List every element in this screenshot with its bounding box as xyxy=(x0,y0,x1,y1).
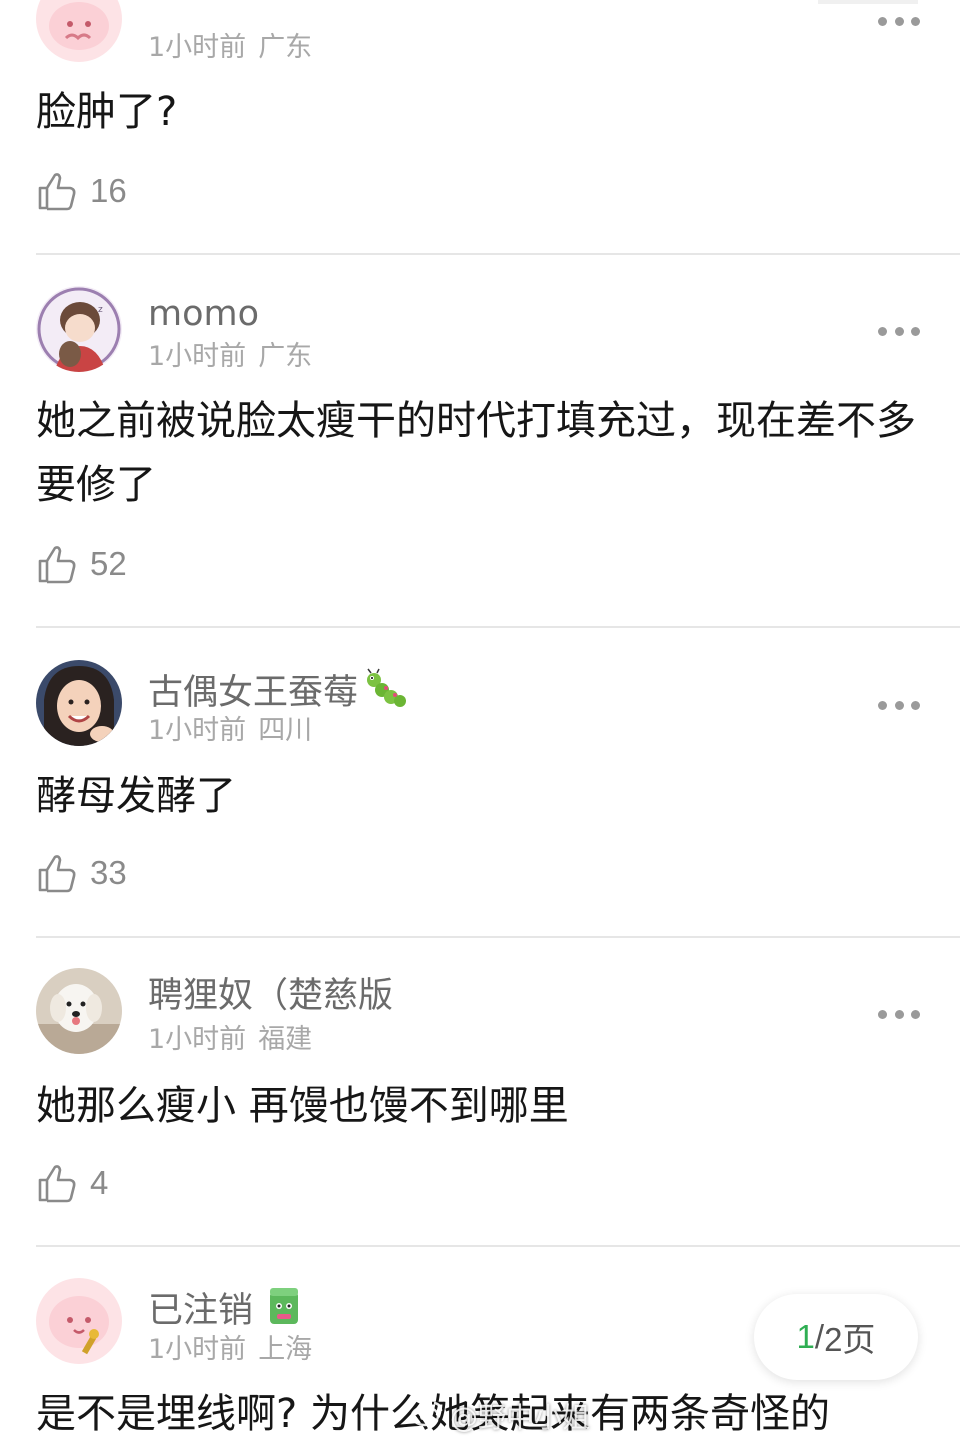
thumbs-up-icon xyxy=(38,546,76,584)
avatar-white-dog-icon xyxy=(36,968,122,1054)
like-button[interactable]: 33 xyxy=(36,850,127,896)
comment-text: 脸肿了? xyxy=(36,89,178,135)
avatar[interactable] xyxy=(36,1278,122,1364)
avatar-anime-boy-icon: z xyxy=(36,286,122,372)
avatar[interactable] xyxy=(36,0,122,62)
comment-location: 四川 xyxy=(258,715,313,746)
divider xyxy=(36,1245,960,1247)
comment-username[interactable]: momo xyxy=(148,294,259,334)
comment-location: 广东 xyxy=(258,341,313,372)
avatar[interactable]: z xyxy=(36,286,122,372)
page-indicator-button[interactable]: 1/2页 xyxy=(754,1294,918,1380)
like-button[interactable]: 4 xyxy=(36,1160,108,1206)
comment-time: 1小时前 xyxy=(148,1334,247,1365)
comment-meta: 1小时前 广东 xyxy=(148,341,312,373)
svg-text:z: z xyxy=(98,305,103,315)
thumbs-up-icon xyxy=(38,173,76,211)
username-text: 已注销 xyxy=(148,1290,254,1331)
watermark-text: @野中小姐 xyxy=(450,1401,591,1434)
avatar[interactable] xyxy=(36,968,122,1054)
comment-location: 广东 xyxy=(258,32,313,63)
caterpillar-emoji-icon xyxy=(364,666,408,719)
avatar[interactable] xyxy=(36,660,122,746)
comment-meta: 1小时前 福建 xyxy=(148,1024,312,1056)
comment-meta: 1小时前 广东 xyxy=(148,32,312,64)
comment-text: 她那么瘦小 再馒也馒不到哪里 xyxy=(36,1083,569,1129)
like-count: 4 xyxy=(90,1164,109,1201)
more-options-button[interactable] xyxy=(878,1009,920,1019)
avatar-pink-cartoon-icon xyxy=(36,1278,122,1364)
like-count: 16 xyxy=(90,172,127,209)
thumbs-up-icon xyxy=(38,1165,76,1203)
more-options-button[interactable] xyxy=(878,326,920,336)
avatar-pink-cartoon-icon xyxy=(36,0,122,62)
like-button[interactable]: 16 xyxy=(36,168,127,214)
avatar-smiling-girl-icon xyxy=(36,660,122,746)
username-text: 古偶女王蚕莓 xyxy=(148,672,359,713)
more-options-button[interactable] xyxy=(878,16,920,26)
comment-username[interactable]: 聘狸奴（楚慈版 xyxy=(148,976,393,1016)
weibo-icon xyxy=(410,1399,444,1434)
like-button[interactable]: 52 xyxy=(36,541,127,587)
comment-meta: 1小时前 上海 xyxy=(148,1334,312,1366)
divider xyxy=(36,936,960,938)
more-dots-icon xyxy=(878,326,887,336)
comment-time: 1小时前 xyxy=(148,341,247,372)
pager-current: 1 xyxy=(796,1318,815,1355)
comment-time: 1小时前 xyxy=(148,715,247,746)
more-dots-icon xyxy=(878,16,887,26)
comment-text: 酵母发酵了 xyxy=(36,773,236,819)
more-dots-icon xyxy=(878,1009,887,1019)
divider xyxy=(36,253,960,255)
comment-location: 上海 xyxy=(258,1334,313,1365)
green-cup-badge-icon xyxy=(267,1286,301,1335)
comment-meta: 1小时前 四川 xyxy=(148,715,312,747)
more-dots-icon xyxy=(878,700,887,710)
weibo-watermark: @野中小姐 xyxy=(410,1396,590,1436)
like-count: 52 xyxy=(90,545,127,582)
comment-text: 她之前被说脸太瘦干的时代打填充过，现在差不多要修了 xyxy=(36,398,916,508)
comment-username[interactable]: 已注销 xyxy=(148,1286,301,1335)
more-options-button[interactable] xyxy=(878,700,920,710)
pager-separator: / xyxy=(814,1318,825,1355)
like-count: 33 xyxy=(90,854,127,891)
comment-time: 1小时前 xyxy=(148,1024,247,1055)
divider xyxy=(36,626,960,628)
pager-total: 2页 xyxy=(824,1321,876,1358)
comment-location: 福建 xyxy=(258,1024,313,1055)
top-scroll-remnant xyxy=(818,0,918,4)
comment-time: 1小时前 xyxy=(148,32,247,63)
thumbs-up-icon xyxy=(38,855,76,893)
comment-username[interactable]: 古偶女王蚕莓 xyxy=(148,666,408,719)
